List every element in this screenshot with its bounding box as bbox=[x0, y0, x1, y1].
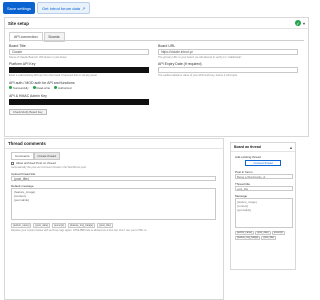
tag-chip[interactable]: {feature_img_badge} bbox=[67, 223, 96, 228]
allow-archived-label: Allow archived Post on thread bbox=[16, 161, 56, 165]
tags-hint: Replace your content below with as 8 key… bbox=[11, 229, 148, 232]
tag-chip[interactable]: {excerpt} bbox=[52, 223, 66, 228]
board-title-help: Name of Claude Board in VM shown in post… bbox=[9, 56, 67, 59]
tag-chip[interactable]: {post_date} bbox=[255, 231, 271, 235]
sidebar-title: Board an thread bbox=[234, 145, 261, 149]
tag-chips: {author_name} {post_date} {excerpt} {fea… bbox=[11, 223, 113, 228]
message-line: {permalink} bbox=[237, 208, 251, 212]
site-setup-title: Site setup bbox=[8, 20, 29, 26]
radio-on-icon bbox=[54, 86, 58, 89]
sidebar-header[interactable]: Board an thread ▴ bbox=[231, 143, 295, 152]
tag-chip[interactable]: {author_name} bbox=[11, 223, 32, 228]
check-board-key-button[interactable]: Check/Verify Board Key bbox=[9, 109, 47, 115]
thread-sidebar: Board an thread ▴ Add existing thread Co… bbox=[230, 142, 296, 270]
auth-label: API auth / MOD auth for API and function… bbox=[9, 81, 75, 85]
expiry-help: The earliest datetime value of your APIs… bbox=[158, 74, 238, 77]
auth-option-2[interactable]: Read-write bbox=[32, 86, 51, 90]
connect-thread-button[interactable]: Connect thread bbox=[245, 160, 281, 166]
post-in-select[interactable]: Being a Wordmarks_ol bbox=[235, 174, 293, 179]
board-url-field[interactable]: https://claude.introd.yz bbox=[158, 49, 298, 55]
save-settings-label: Save settings bbox=[7, 5, 32, 11]
top-navigation: Save settings Get Introd forum data ↗ bbox=[0, 0, 312, 16]
tab-divider bbox=[9, 40, 304, 41]
expiry-field[interactable] bbox=[158, 67, 298, 73]
tag-chip[interactable]: {feature_img_badge} bbox=[235, 236, 261, 240]
user-key-field[interactable] bbox=[9, 99, 149, 105]
radio-on-icon bbox=[32, 86, 36, 89]
site-setup-panel: Site setup ✓ ▾ API connection Boards Boa… bbox=[4, 17, 309, 137]
tag-chip[interactable]: {excerpt} bbox=[271, 231, 285, 235]
default-message-textarea[interactable]: {feature_image} {content} {permalink} bbox=[11, 188, 216, 220]
save-settings-button[interactable]: Save settings bbox=[3, 2, 36, 14]
user-key-label: API & HMAC Admin Key bbox=[9, 94, 47, 98]
checkbox-icon bbox=[11, 161, 14, 165]
auth-option-3-label: Authorized bbox=[58, 86, 72, 90]
allow-archived-help: Automatically the post as Comment thread… bbox=[11, 166, 87, 169]
mode-create-thread[interactable]: Create thread bbox=[33, 152, 60, 160]
radio-on-icon bbox=[9, 86, 12, 89]
board-url-help: The primary URL to your board, we will a… bbox=[158, 56, 242, 59]
auth-option-3[interactable]: Authorized bbox=[54, 86, 71, 90]
external-link-icon: ↗ bbox=[82, 5, 86, 11]
thread-title-field[interactable]: post_title bbox=[235, 186, 293, 191]
board-title-label: Board Title bbox=[9, 44, 26, 48]
chevron-down-icon[interactable]: ▾ bbox=[303, 21, 305, 26]
chevron-up-icon[interactable]: ▴ bbox=[290, 145, 292, 150]
forum-data-button[interactable]: Get Introd forum data ↗ bbox=[37, 2, 91, 14]
forum-data-label: Get Introd forum data bbox=[42, 5, 81, 11]
sidebar-tag-chips: {author_name} {post_date} {excerpt} {fea… bbox=[235, 231, 293, 240]
check-circle-icon: ✓ bbox=[294, 20, 301, 26]
thread-mode-switch: Comments Create thread bbox=[11, 152, 60, 160]
tag-chip[interactable]: {post_title} bbox=[261, 236, 277, 240]
tag-chip[interactable]: {author_name} bbox=[235, 231, 255, 235]
mode-comments[interactable]: Comments bbox=[11, 152, 34, 160]
thread-comments-panel: Thread comments Comments Create thread A… bbox=[4, 138, 224, 300]
board-title-field[interactable]: Claude bbox=[9, 49, 149, 55]
auto-thread-label: Add existing thread bbox=[235, 155, 261, 159]
auth-options: Successfully Read-write Authorized bbox=[9, 86, 71, 90]
platform-key-help: Enter a valid working API key from the b… bbox=[9, 74, 97, 77]
thread-comments-title: Thread comments bbox=[8, 141, 46, 146]
board-url-label: Board URL bbox=[158, 44, 176, 48]
auth-option-1[interactable]: Successfully bbox=[9, 86, 29, 90]
site-setup-header[interactable]: Site setup ✓ ▾ bbox=[5, 18, 308, 29]
message-line: {permalink} bbox=[14, 198, 30, 203]
platform-key-field[interactable] bbox=[9, 67, 149, 73]
expiry-label: API Expiry Date (if required) bbox=[158, 62, 202, 66]
platform-key-label: Platform API Key bbox=[9, 62, 36, 66]
upload-title-field[interactable]: {post_title} bbox=[11, 176, 216, 181]
message-textarea[interactable]: {feature_image} {content} {permalink} bbox=[235, 198, 293, 228]
tag-chip[interactable]: {post_title} bbox=[97, 223, 113, 228]
auth-option-1-label: Successfully bbox=[13, 86, 29, 90]
auth-option-2-label: Read-write bbox=[36, 86, 51, 90]
thread-comments-header: Thread comments bbox=[5, 139, 223, 149]
tag-chip[interactable]: {post_date} bbox=[33, 223, 51, 228]
allow-archived-checkbox[interactable]: Allow archived Post on thread bbox=[11, 161, 56, 165]
